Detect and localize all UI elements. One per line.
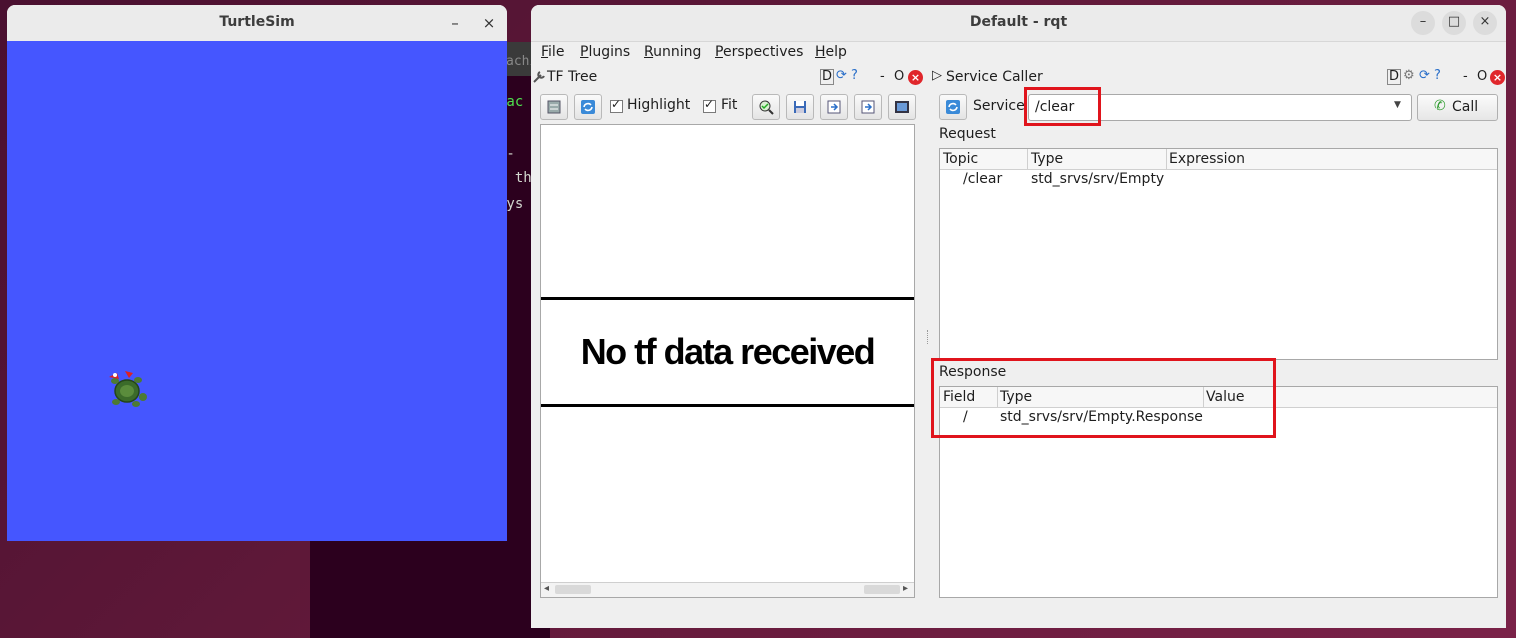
close-button[interactable]: × bbox=[1473, 11, 1497, 35]
call-button[interactable]: ✆ Call bbox=[1417, 94, 1498, 121]
menu-bar: File Plugins Running Perspectives Help bbox=[531, 42, 1506, 64]
menu-help[interactable]: Help bbox=[815, 44, 847, 60]
splitter-handle[interactable] bbox=[927, 330, 930, 344]
close-button[interactable]: × bbox=[477, 11, 501, 35]
wrench-icon bbox=[531, 69, 547, 87]
fit-view-button[interactable] bbox=[752, 94, 780, 120]
highlight-box-service bbox=[1024, 87, 1101, 126]
refresh-graph-button[interactable] bbox=[540, 94, 568, 120]
minimize-button[interactable]: – bbox=[443, 11, 467, 35]
save-image-button[interactable] bbox=[888, 94, 916, 120]
save-svg-button[interactable] bbox=[854, 94, 882, 120]
highlight-checkbox[interactable] bbox=[610, 97, 623, 113]
request-header: Topic Type Expression bbox=[940, 149, 1497, 170]
help-icon[interactable]: ? bbox=[851, 68, 858, 83]
turtle-icon bbox=[109, 371, 147, 407]
scrollbar-thumb[interactable] bbox=[864, 585, 900, 594]
horizontal-scrollbar[interactable]: ◂ ▸ bbox=[541, 582, 914, 597]
menu-plugins[interactable]: Plugins bbox=[580, 44, 630, 60]
menu-running[interactable]: Running bbox=[644, 44, 701, 60]
dock-float-button[interactable]: O bbox=[894, 69, 904, 84]
rqt-window: Default - rqt – □ × File Plugins Running… bbox=[531, 5, 1506, 628]
reload-icon bbox=[581, 100, 595, 114]
help-icon[interactable]: ? bbox=[1434, 68, 1441, 83]
dock-toggle-button[interactable]: D bbox=[820, 69, 835, 85]
tf-tree-title: TF Tree bbox=[547, 69, 598, 85]
menu-perspectives[interactable]: Perspectives bbox=[715, 44, 803, 60]
divider bbox=[541, 404, 914, 407]
reload-icon bbox=[946, 100, 960, 114]
turtlesim-window: TurtleSim – × bbox=[7, 5, 507, 541]
tf-graph-view[interactable]: No tf data received ◂ ▸ bbox=[540, 124, 915, 598]
refresh-services-button[interactable] bbox=[939, 94, 967, 120]
service-caller-title: Service Caller bbox=[946, 69, 1043, 85]
maximize-button[interactable]: □ bbox=[1442, 11, 1466, 35]
type-cell: std_srvs/srv/Empty bbox=[1031, 171, 1165, 187]
column-header[interactable]: Type bbox=[1031, 151, 1063, 167]
save-dot-button[interactable] bbox=[820, 94, 848, 120]
menu-file[interactable]: File bbox=[541, 44, 564, 60]
minimize-button[interactable]: – bbox=[1411, 11, 1435, 35]
scrollbar-thumb[interactable] bbox=[555, 585, 591, 594]
divider bbox=[541, 297, 914, 300]
collapse-arrow-icon[interactable]: ▷ bbox=[932, 68, 942, 83]
no-tf-message: No tf data received bbox=[580, 331, 876, 372]
reload-button[interactable] bbox=[574, 94, 602, 120]
save-icon bbox=[794, 101, 806, 113]
service-label: Service bbox=[973, 98, 1025, 114]
dock-close-icon[interactable]: × bbox=[908, 70, 923, 85]
fit-checkbox[interactable] bbox=[703, 97, 716, 113]
highlight-box-response bbox=[931, 358, 1276, 438]
column-header[interactable]: Topic bbox=[943, 151, 978, 167]
highlight-label: Highlight bbox=[627, 97, 691, 113]
rqt-titlebar: Default - rqt – □ × bbox=[531, 5, 1506, 42]
chevron-down-icon: ▼ bbox=[1394, 100, 1401, 110]
turtlesim-titlebar: TurtleSim – × bbox=[7, 5, 507, 42]
column-header[interactable]: Expression bbox=[1169, 151, 1245, 167]
call-label: Call bbox=[1452, 99, 1479, 115]
topic-cell: /clear bbox=[963, 171, 1003, 187]
dock-minimize-button[interactable]: - bbox=[880, 69, 885, 84]
table-row[interactable]: /clear std_srvs/srv/Empty bbox=[940, 170, 1497, 190]
dock-minimize-button[interactable]: - bbox=[1463, 69, 1468, 84]
reload-icon[interactable]: ⟳ bbox=[836, 68, 847, 83]
export-icon bbox=[861, 100, 875, 114]
gear-icon[interactable]: ⚙ bbox=[1403, 68, 1415, 83]
dock-toggle-button[interactable]: D bbox=[1387, 69, 1402, 85]
image-icon bbox=[895, 101, 909, 113]
reload-icon[interactable]: ⟳ bbox=[1419, 68, 1430, 83]
export-icon bbox=[827, 100, 841, 114]
phone-icon: ✆ bbox=[1434, 98, 1446, 114]
fit-label: Fit bbox=[721, 97, 738, 113]
dock-float-button[interactable]: O bbox=[1477, 69, 1487, 84]
scroll-left-icon[interactable]: ◂ bbox=[544, 583, 549, 594]
turtlesim-canvas bbox=[7, 41, 507, 541]
graph-icon bbox=[547, 100, 561, 114]
turtlesim-title: TurtleSim bbox=[219, 14, 295, 30]
load-dot-button[interactable] bbox=[786, 94, 814, 120]
request-label: Request bbox=[939, 126, 996, 142]
scroll-right-icon[interactable]: ▸ bbox=[903, 583, 908, 594]
request-tree[interactable]: Topic Type Expression /clear std_srvs/sr… bbox=[939, 148, 1498, 360]
rqt-title: Default - rqt bbox=[969, 14, 1068, 30]
zoom-fit-icon bbox=[759, 100, 774, 115]
dock-close-icon[interactable]: × bbox=[1490, 70, 1505, 85]
